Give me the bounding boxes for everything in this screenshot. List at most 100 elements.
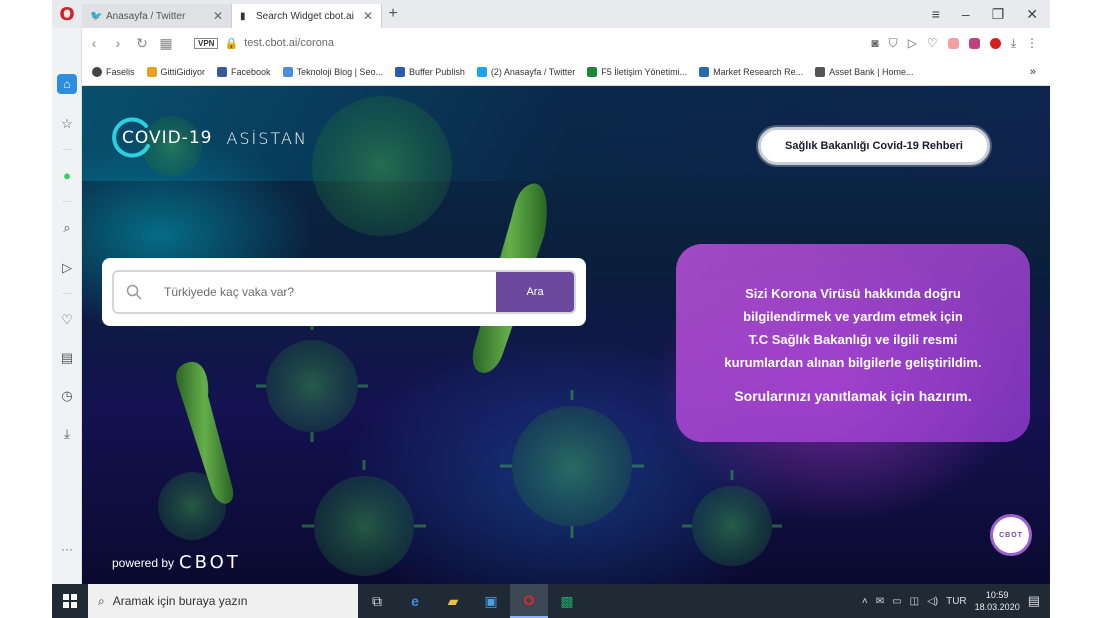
- bookmark-label: Asset Bank | Home...: [829, 66, 914, 77]
- page-icon: ▮: [240, 10, 246, 22]
- address-bar-actions: ◙ ⛉ ▷ ♡ ⤓ ⋮: [871, 36, 1050, 51]
- tray-network-icon[interactable]: ◫: [910, 596, 919, 607]
- bookmark-label: Buffer Publish: [408, 66, 465, 77]
- sidebar-separator: ···: [62, 288, 72, 298]
- tray-mail-icon[interactable]: ✉: [876, 596, 884, 607]
- chat-bubble-button[interactable]: CBOT: [990, 514, 1032, 556]
- edge-icon[interactable]: e: [396, 584, 434, 618]
- powered-by-label: powered by: [112, 555, 175, 570]
- sidebar-separator: ···: [62, 144, 72, 154]
- window-controls: ≡ – ❐ ✕: [932, 6, 1050, 23]
- easy-setup-icon[interactable]: ≡: [932, 6, 940, 22]
- bookmark-label: F5 İletişim Yönetimi...: [601, 66, 688, 77]
- twitter-icon: 🐦: [90, 10, 103, 22]
- taskbar-search-placeholder: Aramak için buraya yazın: [112, 594, 248, 608]
- twitter-icon: [476, 66, 487, 77]
- sidebar-more-icon[interactable]: ···: [52, 542, 82, 556]
- powered-by: powered by CBOT: [112, 552, 241, 573]
- bookmark-item[interactable]: F5 İletişim Yönetimi...: [587, 66, 688, 77]
- bookmark-item[interactable]: (2) Anasayfa / Twitter: [476, 66, 575, 77]
- menu-icon[interactable]: ⋮: [1026, 36, 1038, 50]
- search-card: Ara: [102, 258, 586, 326]
- tab-close-icon[interactable]: ✕: [213, 9, 223, 23]
- search-input[interactable]: [154, 285, 496, 299]
- tray-chevron-icon[interactable]: ˄: [862, 596, 868, 607]
- play-icon[interactable]: ▷: [908, 36, 917, 50]
- opera-logo-icon[interactable]: O: [52, 0, 82, 28]
- reload-icon[interactable]: ↻: [130, 35, 154, 52]
- bookmark-item[interactable]: GittiGidiyor: [146, 66, 206, 77]
- sidebar-search-icon[interactable]: ⌕: [52, 220, 82, 236]
- adblock-icon[interactable]: [989, 37, 1001, 49]
- tabs-grid-icon[interactable]: ▦: [154, 35, 178, 52]
- sidebar-separator: ···: [62, 196, 72, 206]
- bookmark-label: GittiGidiyor: [160, 66, 206, 77]
- system-tray: ˄ ✉ ▭ ◫ ◁) TUR 10:59 18.03.2020 ▤: [862, 589, 1050, 613]
- taskbar-search-icon: ⌕: [98, 593, 105, 608]
- new-tab-button[interactable]: +: [382, 5, 404, 23]
- whatsapp-icon[interactable]: ●: [52, 168, 82, 183]
- tab-search-widget[interactable]: ▮ Search Widget cbot.ai ✕: [232, 4, 382, 28]
- bookmark-icon: [587, 66, 598, 77]
- bookmark-label: Market Research Re...: [713, 66, 804, 77]
- cbot-brand[interactable]: CBOT: [179, 552, 241, 573]
- bookmark-icon: [699, 66, 710, 77]
- store-icon[interactable]: ▣: [472, 584, 510, 618]
- tab-close-icon[interactable]: ✕: [363, 9, 373, 23]
- opera-taskbar-icon[interactable]: O: [510, 584, 548, 618]
- browser-tab-bar: O 🐦 Anasayfa / Twitter ✕ ▮ Search Widget…: [52, 0, 1050, 28]
- ministry-guide-button[interactable]: Sağlık Bakanlığı Covid-19 Rehberi: [758, 127, 990, 165]
- bookmark-item[interactable]: Buffer Publish: [394, 66, 465, 77]
- excel-icon[interactable]: ▩: [548, 584, 586, 618]
- bookmark-icon: [146, 66, 157, 77]
- bookmarks-more-icon[interactable]: »: [1030, 66, 1050, 78]
- task-view-icon[interactable]: ⧉: [358, 584, 396, 618]
- shield-icon[interactable]: ⛉: [889, 36, 898, 51]
- extension-icon[interactable]: [947, 37, 959, 49]
- sidebar-speed-dial-icon[interactable]: ☆: [52, 116, 82, 132]
- heart-icon[interactable]: ♡: [927, 36, 938, 50]
- sidebar-heart-icon[interactable]: ♡: [52, 312, 82, 328]
- extension-icon[interactable]: [968, 37, 980, 49]
- sidebar-history-icon[interactable]: ◷: [52, 388, 82, 404]
- info-call-to-action: Sorularınızı yanıtlamak için hazırım.: [734, 388, 972, 404]
- bookmark-label: Faselis: [106, 66, 135, 77]
- bookmark-item[interactable]: Asset Bank | Home...: [815, 66, 914, 77]
- forward-icon[interactable]: ›: [106, 35, 130, 51]
- bookmark-label: Facebook: [231, 66, 271, 77]
- restore-icon[interactable]: ❐: [992, 6, 1005, 23]
- bookmark-item[interactable]: Teknoloji Blog | Seo...: [282, 66, 383, 77]
- sidebar-home-icon[interactable]: ⌂: [52, 74, 82, 94]
- search-button[interactable]: Ara: [496, 272, 574, 312]
- tray-battery-icon[interactable]: ▭: [892, 596, 901, 607]
- sidebar-player-icon[interactable]: ▷: [52, 260, 82, 276]
- lock-icon: 🔒: [224, 37, 239, 50]
- screen: O 🐦 Anasayfa / Twitter ✕ ▮ Search Widget…: [52, 0, 1050, 618]
- taskbar-search[interactable]: ⌕ Aramak için buraya yazın: [88, 584, 358, 618]
- buffer-icon: [394, 66, 405, 77]
- close-window-icon[interactable]: ✕: [1026, 6, 1038, 23]
- sidebar-tabs-icon[interactable]: ▤: [52, 350, 82, 366]
- clock-date: 18.03.2020: [974, 602, 1020, 612]
- back-icon[interactable]: ‹: [82, 35, 106, 51]
- download-icon[interactable]: ⤓: [1011, 36, 1016, 51]
- tray-volume-icon[interactable]: ◁): [927, 596, 938, 607]
- tab-label: Search Widget cbot.ai: [256, 10, 354, 22]
- file-explorer-icon[interactable]: ▰: [434, 584, 472, 618]
- info-line: bilgilendirmek ve yardım etmek için: [743, 309, 963, 324]
- info-card: Sizi Korona Virüsü hakkında doğru bilgil…: [676, 244, 1030, 442]
- bookmark-item[interactable]: Faselis: [92, 66, 135, 77]
- bookmark-item[interactable]: Market Research Re...: [699, 66, 804, 77]
- taskbar-clock[interactable]: 10:59 18.03.2020: [975, 589, 1020, 613]
- camera-icon[interactable]: ◙: [871, 36, 878, 50]
- url-field[interactable]: test.cbot.ai/corona: [244, 37, 334, 49]
- minimize-icon[interactable]: –: [962, 6, 970, 22]
- windows-start-icon[interactable]: [52, 584, 88, 618]
- covid-assistant-page: COVID-19 ASİSTAN Sağlık Bakanlığı Covid-…: [82, 86, 1050, 584]
- sidebar-download-icon[interactable]: ⤓: [52, 426, 82, 442]
- tray-language[interactable]: TUR: [946, 596, 967, 607]
- notification-icon[interactable]: ▤: [1028, 593, 1040, 609]
- bookmark-item[interactable]: Facebook: [217, 66, 271, 77]
- vpn-badge[interactable]: VPN: [194, 37, 219, 49]
- tab-twitter[interactable]: 🐦 Anasayfa / Twitter ✕: [82, 4, 232, 28]
